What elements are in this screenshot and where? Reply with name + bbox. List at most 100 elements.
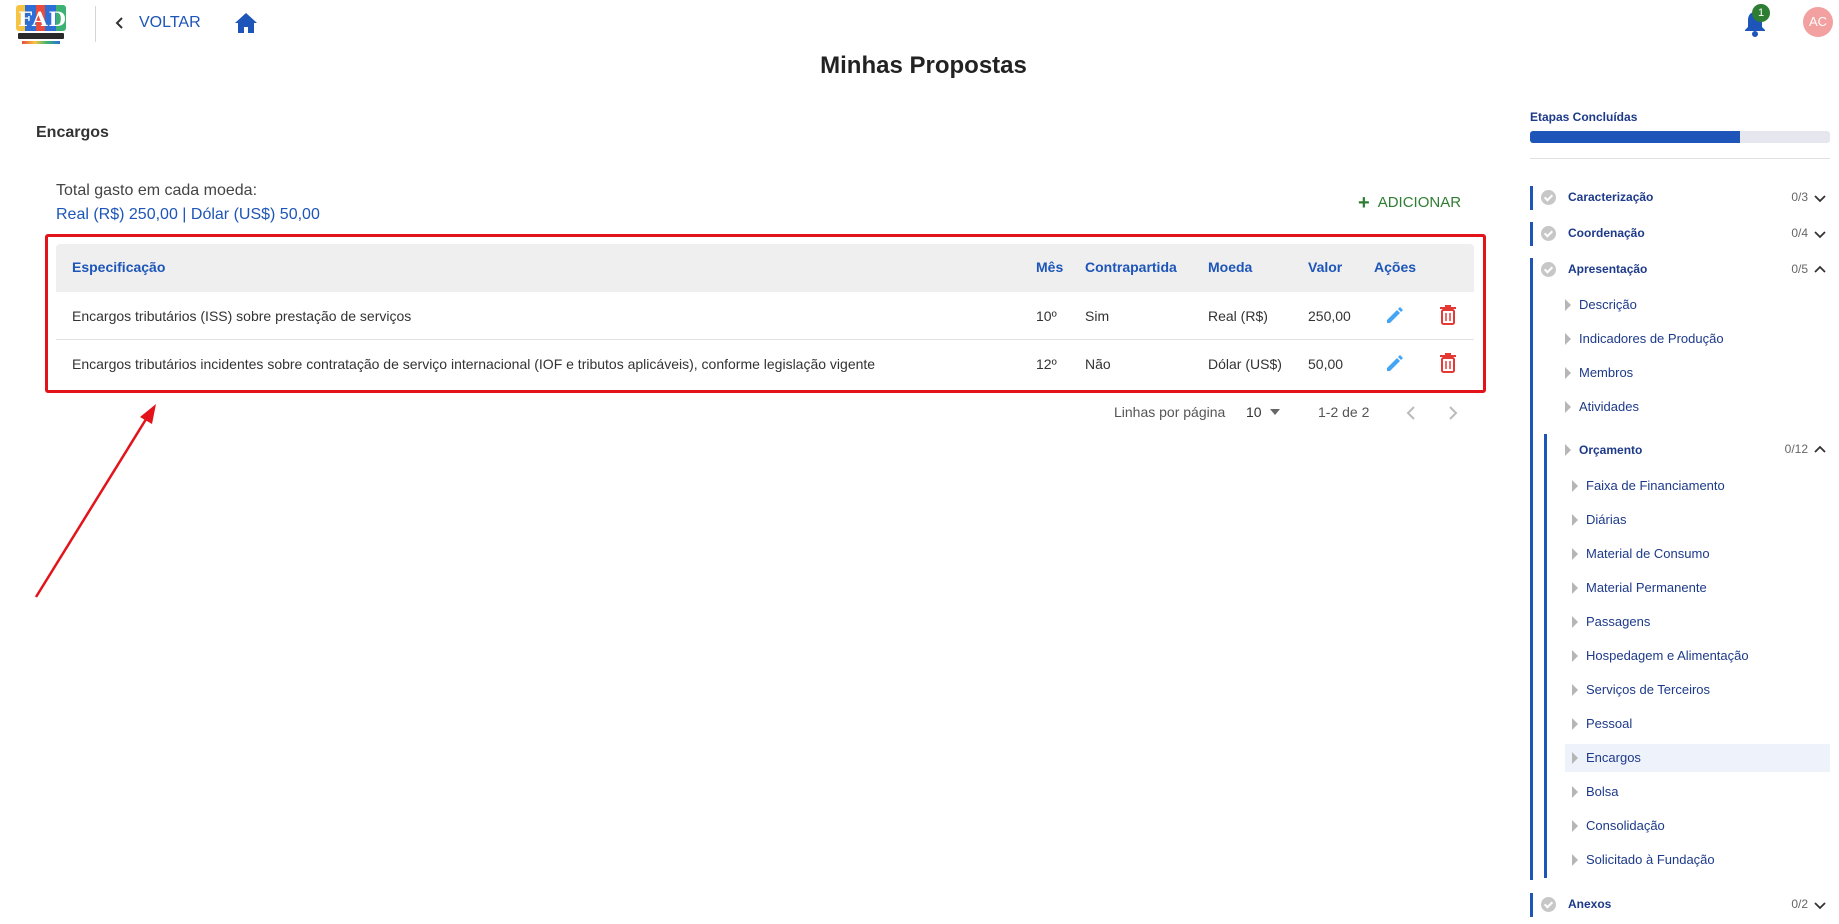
prev-page-icon[interactable] xyxy=(1403,404,1421,422)
caret-right-icon xyxy=(1565,333,1571,345)
sidebar-item-label: Encargos xyxy=(1586,750,1641,765)
section-anexos[interactable]: Anexos 0/2 xyxy=(1530,893,1830,917)
sidebar-item-label: Material de Consumo xyxy=(1586,546,1710,561)
top-bar: FADES VOLTAR 1 AC xyxy=(0,0,1839,46)
section-count: 0/4 xyxy=(1791,226,1808,240)
sidebar-item-label: Solicitado à Fundação xyxy=(1586,852,1715,867)
sidebar-item-label: Pessoal xyxy=(1586,716,1633,731)
sidebar-item-orcamento[interactable]: Orçamento 0/12 xyxy=(1565,436,1830,464)
sidebar-item-label: Bolsa xyxy=(1586,784,1619,799)
chevron-up-icon xyxy=(1814,445,1826,453)
progress-bar-fill xyxy=(1530,131,1740,143)
section-label: Anexos xyxy=(1568,897,1612,911)
caret-right-icon xyxy=(1572,582,1578,594)
caret-right-icon xyxy=(1572,616,1578,628)
caret-right-icon xyxy=(1572,480,1578,492)
caret-right-icon xyxy=(1572,752,1578,764)
sidebar-item-pessoal[interactable]: Pessoal xyxy=(1572,710,1830,738)
sidebar-item-label: Serviços de Terceiros xyxy=(1586,682,1711,697)
sidebar-item-servicos-terceiros[interactable]: Serviços de Terceiros xyxy=(1572,676,1830,704)
pagination-range: 1-2 de 2 xyxy=(1318,404,1370,420)
progress-bar xyxy=(1530,131,1830,143)
add-button[interactable]: + ADICIONAR xyxy=(1358,191,1462,214)
sidebar-item-encargos[interactable]: Encargos xyxy=(1565,744,1830,772)
caret-right-icon xyxy=(1572,854,1578,866)
page-title: Minhas Propostas xyxy=(820,52,1027,79)
section-apresentacao[interactable]: Apresentação 0/5 xyxy=(1530,258,1830,282)
totals-values: Real (R$) 250,00 | Dólar (US$) 50,00 xyxy=(56,206,320,223)
back-button[interactable]: VOLTAR xyxy=(113,12,201,34)
sidebar-item-indicadores[interactable]: Indicadores de Produção xyxy=(1565,325,1830,353)
caret-right-icon xyxy=(1565,367,1571,379)
plus-icon: + xyxy=(1358,191,1370,214)
sidebar-item-solicitado-fundacao[interactable]: Solicitado à Fundação xyxy=(1572,846,1830,874)
sidebar-item-label: Indicadores de Produção xyxy=(1579,331,1724,346)
section-label: Apresentação xyxy=(1568,262,1648,276)
fades-logo[interactable]: FADES xyxy=(12,2,98,46)
home-icon[interactable] xyxy=(234,12,258,34)
back-button-label: VOLTAR xyxy=(139,14,201,31)
logo-text: FADES xyxy=(18,7,99,31)
caret-down-icon xyxy=(1269,409,1280,415)
chevron-down-icon xyxy=(1814,902,1826,910)
sidebar-item-label: Descrição xyxy=(1579,297,1637,312)
sidebar-item-descricao[interactable]: Descrição xyxy=(1565,291,1830,319)
sidebar-item-passagens[interactable]: Passagens xyxy=(1572,608,1830,636)
divider xyxy=(95,6,96,42)
section-caracterizacao[interactable]: Caracterização 0/3 xyxy=(1530,186,1830,210)
divider xyxy=(1530,158,1830,159)
section-label: Caracterização xyxy=(1568,190,1654,204)
sidebar-item-atividades[interactable]: Atividades xyxy=(1565,393,1830,421)
caret-right-icon xyxy=(1565,401,1571,413)
section-count: 0/5 xyxy=(1791,262,1808,276)
sidebar-item-label: Faixa de Financiamento xyxy=(1586,478,1725,493)
sidebar-item-label: Hospedagem e Alimentação xyxy=(1586,648,1749,663)
sidebar-item-label: Orçamento xyxy=(1579,443,1643,457)
rows-per-page-value: 10 xyxy=(1246,404,1262,420)
sidebar-item-label: Atividades xyxy=(1579,399,1639,414)
check-circle-icon xyxy=(1541,262,1556,277)
section-label: Coordenação xyxy=(1568,226,1645,240)
chevron-up-icon xyxy=(1814,265,1826,273)
caret-right-icon xyxy=(1572,684,1578,696)
rows-per-page-label: Linhas por página xyxy=(1114,404,1226,420)
sidebar-item-label: Material Permanente xyxy=(1586,580,1707,595)
sidebar-item-label: Diárias xyxy=(1586,512,1627,527)
sidebar-item-bolsa[interactable]: Bolsa xyxy=(1572,778,1830,806)
rows-per-page-select[interactable]: 10 xyxy=(1246,404,1280,420)
section-count: 0/2 xyxy=(1791,897,1808,911)
sidebar-item-material-permanente[interactable]: Material Permanente xyxy=(1572,574,1830,602)
section-indicator xyxy=(1530,258,1533,880)
progress-title: Etapas Concluídas xyxy=(1530,110,1638,124)
sidebar-item-faixa[interactable]: Faixa de Financiamento xyxy=(1572,472,1830,500)
add-button-label: ADICIONAR xyxy=(1377,194,1462,211)
section-count: 0/3 xyxy=(1791,190,1808,204)
sidebar-item-label: Consolidação xyxy=(1586,818,1665,833)
chevron-left-icon xyxy=(115,17,123,29)
caret-right-icon xyxy=(1572,820,1578,832)
chevron-down-icon xyxy=(1814,231,1826,239)
caret-right-icon xyxy=(1572,650,1578,662)
next-page-icon[interactable] xyxy=(1443,404,1461,422)
caret-right-icon xyxy=(1565,299,1571,311)
notification-badge: 1 xyxy=(1752,4,1770,22)
sidebar-item-material-consumo[interactable]: Material de Consumo xyxy=(1572,540,1830,568)
sidebar-item-membros[interactable]: Membros xyxy=(1565,359,1830,387)
totals-label: Total gasto em cada moeda: xyxy=(56,182,258,199)
sidebar-item-label: Membros xyxy=(1579,365,1634,380)
check-circle-icon xyxy=(1541,897,1556,912)
avatar[interactable]: AC xyxy=(1803,7,1833,37)
caret-right-icon xyxy=(1572,514,1578,526)
check-circle-icon xyxy=(1541,226,1556,241)
caret-right-icon xyxy=(1572,718,1578,730)
check-circle-icon xyxy=(1541,190,1556,205)
section-title: Encargos xyxy=(36,124,109,141)
sidebar-item-diarias[interactable]: Diárias xyxy=(1572,506,1830,534)
sidebar-item-consolidacao[interactable]: Consolidação xyxy=(1572,812,1830,840)
sidebar-item-label: Passagens xyxy=(1586,614,1651,629)
sidebar-item-hospedagem[interactable]: Hospedagem e Alimentação xyxy=(1572,642,1830,670)
caret-right-icon xyxy=(1572,548,1578,560)
section-coordenacao[interactable]: Coordenação 0/4 xyxy=(1530,222,1830,246)
subsection-indicator xyxy=(1544,434,1547,878)
caret-right-icon xyxy=(1565,444,1571,456)
